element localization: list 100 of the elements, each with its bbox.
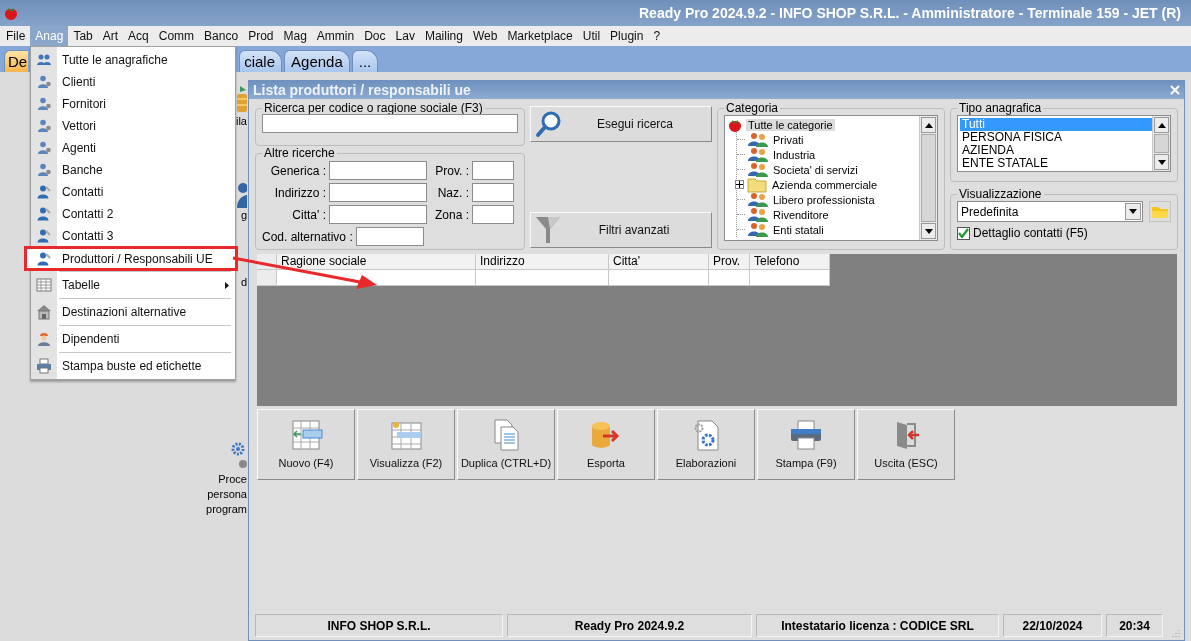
arrow-down-icon [924,228,933,234]
toolbar-button[interactable]: Elaborazioni [657,409,755,480]
field-label: Prov. : [434,163,469,178]
toolbar-button[interactable]: Uscita (ESC) [857,409,955,480]
list-option[interactable]: AZIENDA [960,144,1152,157]
tree-item[interactable]: Tutte le categorie [746,118,835,131]
person-icon [36,250,52,267]
column-header[interactable]: Ragione sociale [277,254,476,270]
tree-item[interactable]: Societa' di servizi [771,163,860,176]
menu-item[interactable]: Tabelle [31,274,235,296]
tab[interactable]: Agenda [284,50,350,72]
column-header[interactable]: Citta' [609,254,709,270]
advanced-filters-button[interactable]: Filtri avanzati [530,212,712,248]
menu-item[interactable]: Banco [199,26,244,46]
menu-item[interactable]: Produttori / Responsabili UE [24,246,238,271]
plus-icon [736,181,743,188]
column-header[interactable]: Indirizzo [476,254,609,270]
field-label: Citta' : [291,207,326,222]
printer-icon [36,358,52,374]
menu-item[interactable]: File [1,26,31,46]
menu-item[interactable]: Lav [390,26,420,46]
list-option[interactable]: PERSONA FISICA [960,131,1152,144]
menu-item[interactable]: Contatti 3 [31,225,235,247]
input-field[interactable] [472,183,514,202]
field-label: Zona : [433,207,469,222]
tree-item[interactable]: Libero professionista [771,193,877,206]
menu-item[interactable]: Stampa buste ed etichette [31,355,235,377]
tree-item[interactable]: Rivenditore [771,208,831,221]
person-icon [36,96,52,112]
search-button[interactable]: Esegui ricerca [530,106,712,142]
menu-item[interactable]: Ammin [311,26,360,46]
close-icon[interactable] [1170,85,1180,95]
menu-item[interactable]: Tutte le anagrafiche [31,49,235,71]
strawberry-icon [3,5,19,21]
group-label: Ricerca per codice o ragione sociale (F3) [263,102,484,114]
status-panel: Intestatario licenza : CODICE SRL [756,614,999,637]
tree-item[interactable]: Enti statali [771,223,826,236]
tree-item[interactable]: Industria [771,148,818,161]
status-panel: Ready Pro 2024.9.2 [507,614,752,637]
toolbar-button[interactable]: Nuovo (F4) [257,409,355,480]
menu-item[interactable]: Web [467,26,503,46]
menu-item[interactable]: Marketplace [502,26,578,46]
menu-item[interactable]: Vettori [31,115,235,137]
checkbox[interactable] [957,226,970,240]
scrollbar[interactable] [1152,116,1170,171]
menu-item[interactable]: Destinazioni alternative [31,301,235,323]
input-field[interactable] [472,205,514,224]
tab[interactable]: De [4,50,29,72]
menu-item[interactable]: Contatti 2 [31,203,235,225]
toolbar-button[interactable]: Esporta [557,409,655,480]
caret-icon [1129,209,1137,214]
menu-item[interactable]: Prod [243,26,279,46]
column-header[interactable]: Telefono [750,254,830,270]
menu-item[interactable]: Util [577,26,606,46]
toolbar-button[interactable]: Visualizza (F2) [357,409,455,480]
toolbar-button[interactable]: Stampa (F9) [757,409,855,480]
menu-item[interactable]: Comm [153,26,200,46]
tab[interactable]: ciale [239,50,283,72]
input-field[interactable] [355,227,424,246]
input-field[interactable] [472,161,514,180]
menu-item[interactable]: ? [648,26,666,46]
menu-item[interactable]: Tab [68,26,98,46]
input-field[interactable] [329,205,427,224]
menu-item[interactable]: Agenti [31,137,235,159]
agent-icon [237,180,247,208]
people-icon [748,221,768,238]
menu-item[interactable]: Plugin [605,26,649,46]
group-label: Categoria [725,102,780,114]
tree-item[interactable]: Privati [771,133,806,146]
menu-item[interactable]: Mailing [419,26,468,46]
list-option[interactable]: ENTE STATALE [960,157,1152,170]
arrow-up-icon [1157,122,1166,128]
dialog-title: Lista produttori / responsabili ue [253,82,471,98]
desktop-icon-label: d [240,275,247,290]
status-panel: 22/10/2024 [1003,614,1102,637]
view-dropdown[interactable]: Predefinita [957,201,1143,222]
menu-item[interactable]: Banche [31,159,235,181]
input-field[interactable] [329,183,427,202]
column-header[interactable]: Prov. [709,254,750,270]
menu-item[interactable]: Art [97,26,124,46]
tab[interactable]: ... [351,50,379,72]
expand-icon[interactable] [735,180,744,189]
scrollbar[interactable] [919,116,937,240]
input-field[interactable] [262,114,518,133]
people-icon [36,52,52,68]
toolbar-button[interactable]: Duplica (CTRL+D) [457,409,555,480]
menu-item[interactable]: Fornitori [31,93,235,115]
menu-item[interactable]: Clienti [31,71,235,93]
field-label: Indirizzo : [273,185,326,200]
menu-item[interactable]: Mag [278,26,312,46]
row-indicator [257,270,277,286]
resize-grip-icon [1172,629,1180,637]
menu-item[interactable]: Contatti [31,181,235,203]
input-field[interactable] [329,161,427,180]
menu-item[interactable]: Dipendenti [31,328,235,350]
person-icon [36,162,52,178]
menu-item[interactable]: Acq [123,26,154,46]
menu-item[interactable]: Doc [359,26,391,46]
tree-item[interactable]: Azienda commerciale [770,178,880,191]
folder-icon [747,176,767,193]
